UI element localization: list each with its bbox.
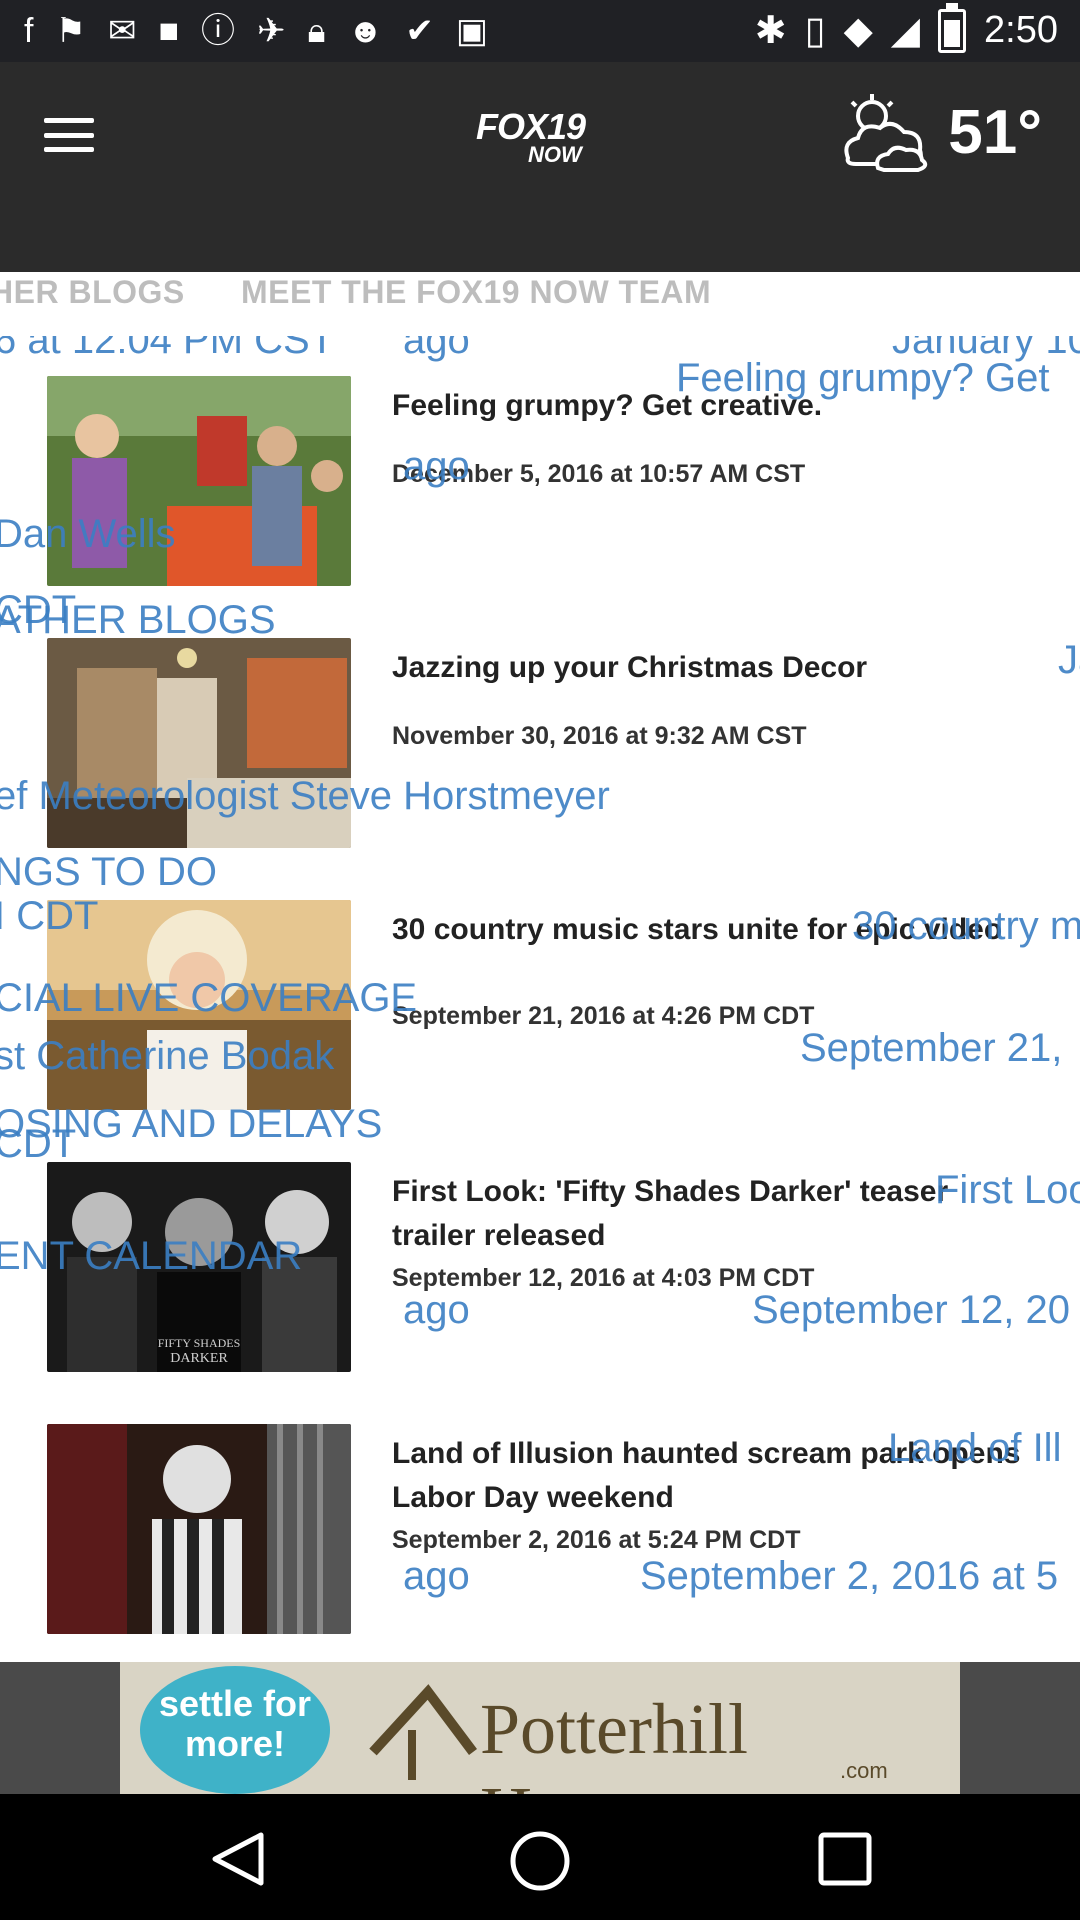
overlay-text: 6 at 12:04 PM CST: [0, 336, 335, 362]
inbox-icon: ✔: [405, 12, 434, 50]
vibrate-icon: ▯: [804, 10, 826, 52]
tab-bar: HER BLOGS MEET THE FOX19 NOW TEAM THINGS…: [0, 272, 1080, 332]
article-date: September 2, 2016 at 5:24 PM CDT: [392, 1526, 801, 1554]
overlay-text: ago: [403, 336, 470, 362]
overlay-text: I CDT: [0, 894, 99, 938]
flag-icon: ⚑: [55, 12, 86, 50]
recents-icon[interactable]: [815, 1829, 875, 1889]
signal-icon: ◢: [890, 10, 921, 52]
ad-banner[interactable]: settle for more! Potterhill Homes .com: [0, 1662, 1080, 1794]
info-icon: ⓘ: [200, 12, 235, 50]
lock-icon: 🔒︎: [307, 12, 326, 50]
menu-icon: [44, 118, 94, 123]
bluetooth-icon: ✱: [754, 10, 787, 52]
overlay-text: Land of Ill: [888, 1426, 1062, 1470]
overlay-text: ago: [403, 1288, 470, 1332]
overlay-text: Feeling grumpy? Get: [676, 356, 1050, 400]
svg-text:FIFTY SHADES: FIFTY SHADES: [158, 1336, 241, 1350]
house-roof-icon: [369, 1684, 477, 1780]
square-icon: ■: [158, 12, 179, 50]
overlay-text: Ja: [1058, 638, 1080, 682]
temperature: 51°: [948, 97, 1042, 167]
tab-meet-the-team[interactable]: MEET THE FOX19 NOW TEAM: [241, 274, 711, 311]
overlay-text: ENT CALENDAR: [0, 1234, 303, 1278]
notification-icons: f ⚑ ✉ ■ ⓘ ✈ 🔒︎ ☻ ✔ ▣: [24, 10, 488, 52]
article-thumbnail: [47, 1424, 351, 1634]
overlay-text: NGS TO DO: [0, 850, 218, 894]
fox19-logo[interactable]: FOX19 NOW: [476, 104, 586, 176]
home-icon[interactable]: [508, 1829, 572, 1893]
overlay-text: ATHER BLOGS: [0, 598, 276, 642]
overlay-text: ago: [403, 1554, 470, 1598]
android-icon: ☻: [347, 12, 384, 50]
shopping-bag-icon: ▣: [455, 12, 488, 50]
svg-text:DARKER: DARKER: [170, 1351, 228, 1366]
article-list[interactable]: Feeling grumpy? Get creative. December 5…: [0, 336, 1080, 1662]
overlay-text: CDT: [0, 1122, 77, 1166]
overlay-text: CIAL LIVE COVERAGE: [0, 976, 418, 1020]
ad-domain: .com: [840, 1758, 888, 1783]
mail-icon: ✉: [107, 12, 137, 50]
ad-badge: settle for more!: [140, 1666, 330, 1794]
overlay-text: st Catherine Bodak: [0, 1034, 335, 1078]
tab-things-to-do[interactable]: THINGS TO DO: [801, 274, 1038, 311]
overlay-text: September 12, 20: [752, 1288, 1070, 1332]
wifi-icon: ◆: [843, 10, 873, 52]
overlay-text: ago: [403, 444, 470, 488]
partly-cloudy-icon: [844, 94, 928, 172]
battery-icon: [938, 2, 967, 53]
satellite-icon: ✈: [256, 12, 286, 50]
tab-weather-blogs[interactable]: HER BLOGS: [0, 274, 185, 311]
system-nav-bar: [0, 1794, 1080, 1920]
overlay-text: September 21,: [800, 1026, 1063, 1070]
overlay-text: 30 country m: [852, 904, 1080, 948]
status-bar: f ⚑ ✉ ■ ⓘ ✈ 🔒︎ ☻ ✔ ▣ ✱ ▯ ◆ ◢ 2:50: [0, 0, 1080, 62]
article-date: September 21, 2016 at 4:26 PM CDT: [392, 1002, 815, 1030]
back-icon[interactable]: [205, 1829, 271, 1889]
ad-creative[interactable]: settle for more! Potterhill Homes .com: [120, 1662, 960, 1794]
overlay-text: September 2, 2016 at 5: [640, 1554, 1059, 1598]
app-bar: FOX19 NOW 51° HER BLOGS MEET THE FOX19 N…: [0, 62, 1080, 334]
overlay-text: Dan Wells: [0, 512, 176, 556]
article-title[interactable]: Jazzing up your Christmas Decor: [392, 646, 1032, 690]
article-date: November 30, 2016 at 9:32 AM CST: [392, 722, 807, 750]
overlay-text: First Loo: [935, 1168, 1080, 1212]
clock: 2:50: [984, 9, 1058, 51]
system-status: ✱ ▯ ◆ ◢ 2:50: [754, 2, 1058, 53]
ad-brand: Potterhill Homes: [480, 1689, 748, 1794]
overlay-text: ef Meteorologist Steve Horstmeyer: [0, 774, 610, 818]
facebook-icon: f: [24, 12, 34, 50]
menu-button[interactable]: [40, 112, 98, 158]
active-tab-indicator: [770, 327, 1080, 334]
weather-widget[interactable]: 51°: [838, 92, 1042, 172]
